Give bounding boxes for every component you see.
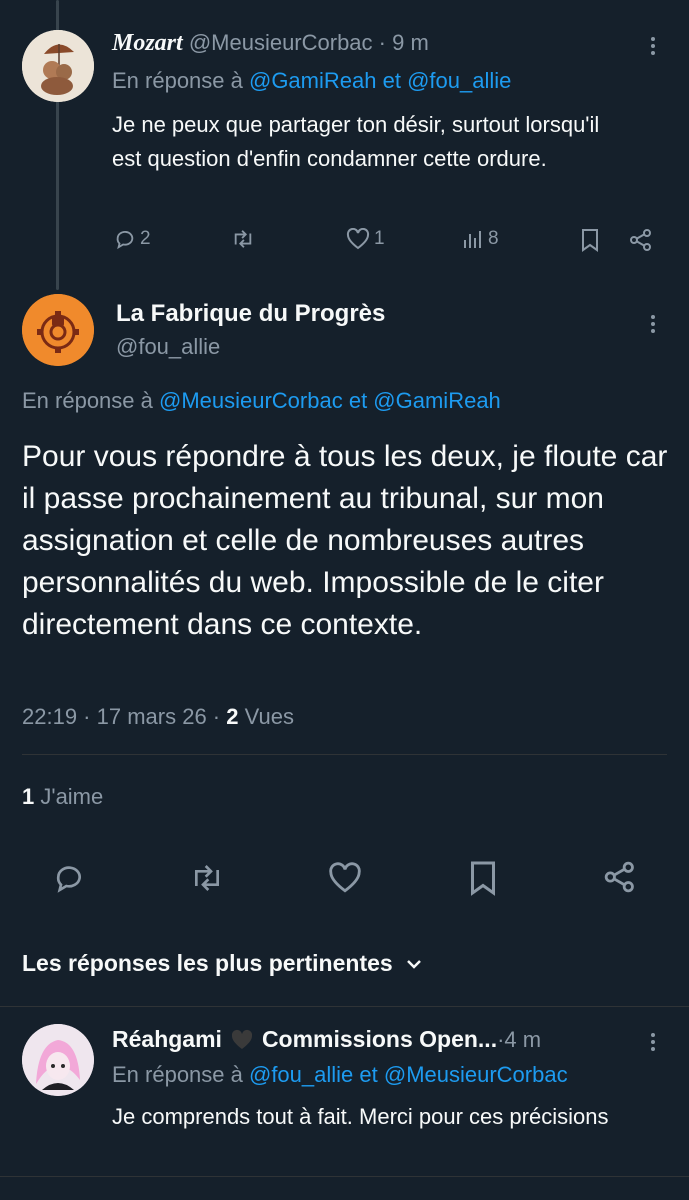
reply2-more-icon[interactable] bbox=[650, 1030, 656, 1054]
main-like-button[interactable] bbox=[328, 862, 362, 894]
reply1-reply-count: 2 bbox=[140, 228, 151, 249]
reply2-mention-2[interactable]: @MeusieurCorbac bbox=[384, 1062, 568, 1087]
reply1-views-count: 8 bbox=[488, 228, 499, 249]
share-icon bbox=[602, 860, 638, 894]
main-bookmark-button[interactable] bbox=[468, 860, 498, 896]
main-mention-2[interactable]: @GamiReah bbox=[373, 388, 501, 413]
reply1-reply-and: et bbox=[376, 68, 408, 93]
main-mention-1[interactable]: @MeusieurCorbac bbox=[159, 388, 343, 413]
black-heart-icon bbox=[230, 1029, 254, 1051]
reply1-author-name[interactable]: Mozart bbox=[112, 30, 183, 56]
main-views-count: 2 bbox=[226, 704, 239, 729]
reply2-author-name-rest[interactable]: Commissions Open... bbox=[262, 1026, 497, 1053]
main-reply-button[interactable] bbox=[52, 862, 86, 894]
bookmark-icon bbox=[580, 228, 600, 252]
reply1-views-button[interactable]: 8 bbox=[462, 228, 499, 250]
retweet-icon bbox=[230, 228, 256, 250]
main-views-label: Vues bbox=[238, 704, 294, 729]
main-text: Pour vous répondre à tous les deux, je f… bbox=[22, 440, 668, 641]
views-icon bbox=[462, 228, 484, 250]
heart-icon bbox=[328, 862, 362, 894]
main-date[interactable]: 17 mars 26 bbox=[97, 704, 207, 729]
reply1-header: Mozart @MeusieurCorbac · 9 m bbox=[112, 30, 429, 57]
main-handle[interactable]: @fou_allie bbox=[116, 334, 220, 360]
main-likes-label: J'aime bbox=[34, 784, 104, 809]
main-replying-to: En réponse à @MeusieurCorbac et @GamiRea… bbox=[22, 388, 501, 414]
reply2-sep: · bbox=[497, 1026, 505, 1052]
reply2-author-name[interactable]: Réahgami bbox=[112, 1026, 222, 1053]
main-reply-and: et bbox=[342, 388, 374, 413]
reply2-text: Je comprends tout à fait. Merci pour ces… bbox=[112, 1104, 609, 1129]
main-time[interactable]: 22:19 bbox=[22, 704, 77, 729]
reply1-bookmark-button[interactable] bbox=[580, 228, 600, 252]
reply2-time[interactable]: 4 m bbox=[504, 1027, 541, 1053]
reply1-text: Je ne peux que partager ton désir, surto… bbox=[112, 112, 600, 171]
reply2-header: Réahgami Commissions Open... · 4 m bbox=[112, 1026, 541, 1053]
chevron-down-icon bbox=[405, 958, 423, 970]
reply1-more-icon[interactable] bbox=[650, 34, 656, 58]
avatar-fabrique[interactable] bbox=[22, 294, 94, 366]
reply1-handle[interactable]: @MeusieurCorbac bbox=[189, 30, 373, 55]
main-author-name[interactable]: La Fabrique du Progrès bbox=[116, 300, 385, 328]
sort-replies-dropdown[interactable]: Les réponses les plus pertinentes bbox=[22, 950, 423, 977]
share-icon bbox=[628, 228, 654, 252]
main-more-icon[interactable] bbox=[650, 312, 656, 336]
reply-icon bbox=[114, 228, 136, 250]
main-likes-count: 1 bbox=[22, 784, 35, 809]
sort-replies-label: Les réponses les plus pertinentes bbox=[22, 950, 393, 976]
reply2-reply-prefix: En réponse à bbox=[112, 1062, 249, 1087]
reply1-time[interactable]: 9 m bbox=[392, 30, 429, 55]
reply1-mention-2[interactable]: @fou_allie bbox=[407, 68, 511, 93]
main-likes[interactable]: 1 J'aime bbox=[22, 784, 103, 810]
retweet-icon bbox=[188, 862, 226, 894]
reply1-share-button[interactable] bbox=[628, 228, 654, 252]
reply1-sep: · bbox=[372, 30, 393, 55]
section-divider bbox=[0, 1006, 689, 1007]
main-reply-prefix: En réponse à bbox=[22, 388, 159, 413]
reply1-mention-1[interactable]: @GamiReah bbox=[249, 68, 377, 93]
bottom-divider bbox=[0, 1176, 689, 1177]
reply1-like-count: 1 bbox=[374, 228, 385, 249]
reply1-replying-to: En réponse à @GamiReah et @fou_allie bbox=[112, 68, 511, 94]
reply1-reply-button[interactable]: 2 bbox=[114, 228, 151, 250]
reply2-mention-1[interactable]: @fou_allie bbox=[249, 1062, 353, 1087]
reply2-replying-to: En réponse à @fou_allie et @MeusieurCorb… bbox=[112, 1062, 568, 1088]
main-share-button[interactable] bbox=[602, 860, 638, 894]
main-retweet-button[interactable] bbox=[188, 862, 226, 894]
heart-icon bbox=[346, 228, 370, 250]
avatar-mozart[interactable] bbox=[22, 30, 94, 102]
reply1-like-button[interactable]: 1 bbox=[346, 228, 385, 250]
reply-icon bbox=[52, 862, 86, 894]
reply1-retweet-button[interactable] bbox=[230, 228, 260, 250]
divider bbox=[22, 754, 667, 755]
bookmark-icon bbox=[468, 860, 498, 896]
reply2-reply-and: et bbox=[353, 1062, 384, 1087]
avatar-reahgami[interactable] bbox=[22, 1024, 94, 1096]
main-meta: 22:19 · 17 mars 26 · 2 Vues bbox=[22, 704, 294, 729]
reply1-reply-prefix: En réponse à bbox=[112, 68, 249, 93]
